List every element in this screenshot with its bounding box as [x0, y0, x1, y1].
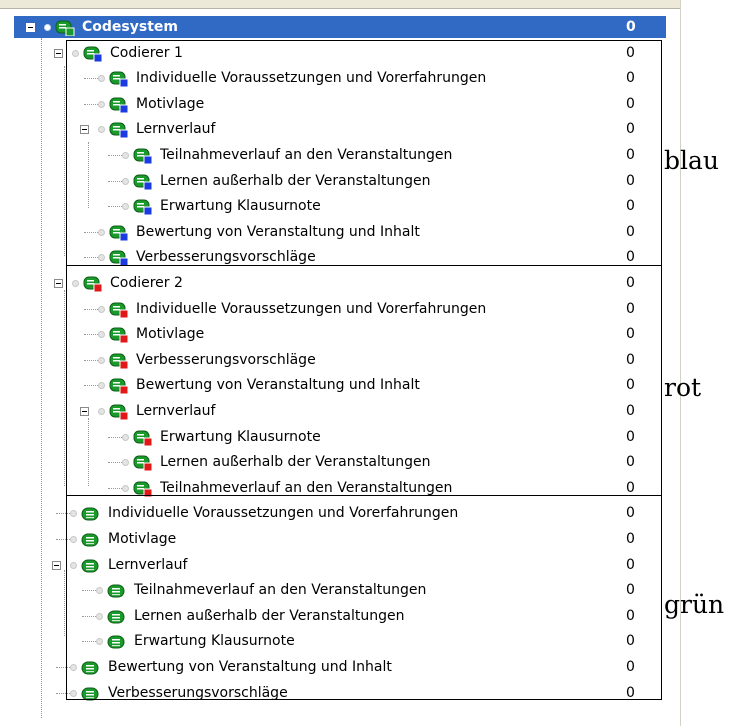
row-label: Codesystem [82, 19, 178, 35]
collapse-toggle-icon[interactable] [54, 279, 63, 288]
row-count: 0 [626, 19, 636, 35]
collapse-toggle-icon[interactable] [52, 560, 61, 570]
panel-header-strip [0, 0, 680, 9]
group-box-blue [66, 40, 662, 266]
group-box-red [66, 265, 662, 496]
annotation-gruen: grün [664, 590, 725, 619]
collapse-toggle-icon[interactable] [54, 48, 63, 58]
annotation-blau: blau [664, 146, 720, 175]
code-system-panel: Codesystem 0 Codierer 1 0 Individuelle Vorau… [0, 0, 681, 726]
annotation-rot: rot [664, 373, 702, 402]
code-system-icon [55, 19, 75, 37]
activation-dot-icon[interactable] [44, 24, 51, 31]
collapse-toggle-icon[interactable] [26, 23, 35, 32]
group-box-green [66, 495, 662, 700]
tree-root-codesystem[interactable]: Codesystem 0 [0, 14, 680, 40]
